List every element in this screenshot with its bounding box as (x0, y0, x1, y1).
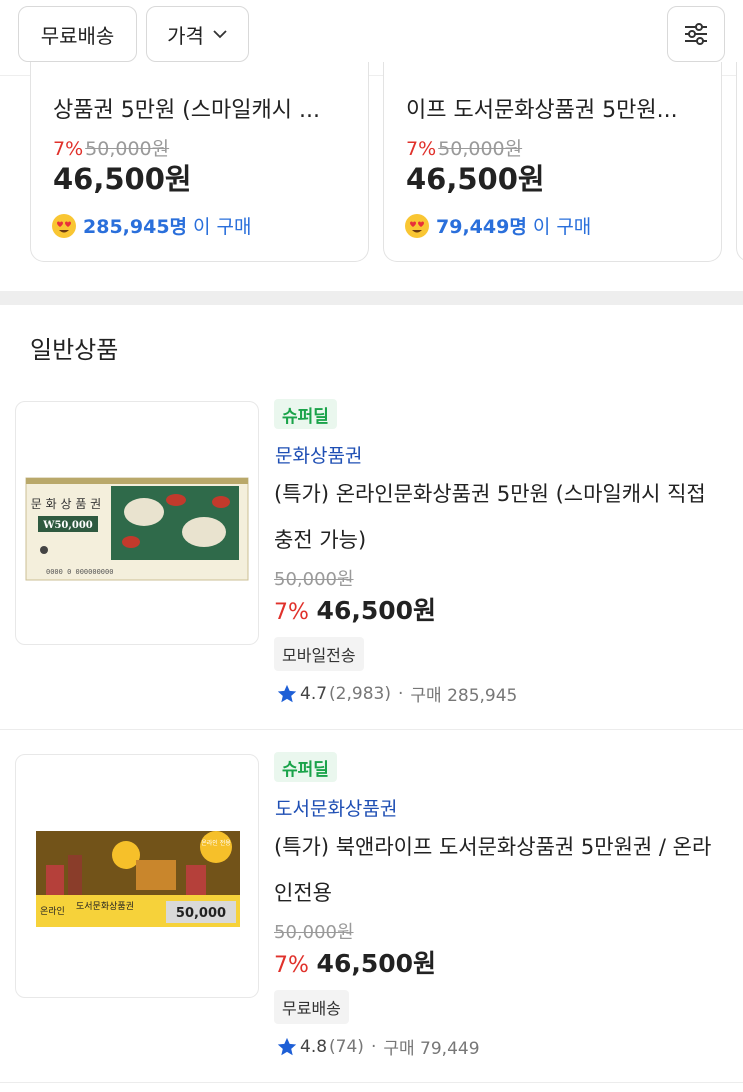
price-filter-button[interactable]: 가격 (146, 6, 249, 62)
product-title[interactable]: (특가) 온라인문화상품권 5만원 (스마일캐시 직접충전 가능) (274, 471, 719, 563)
top-card-title: 상품권 5만원 (스마일캐시 ... (53, 98, 320, 123)
book-voucher-image: 온라인 전용 온라인 도서문화상품권 50,000 (36, 831, 240, 927)
top-product-card[interactable]: 상품권 5만원 (스마일캐시 ... 7% 50,000원 46,500원 285… (30, 62, 369, 262)
section-title: 일반상품 (30, 336, 119, 364)
top-card-title: 이프 도서문화상품권 5만원... (406, 98, 678, 123)
purchase-count: 구매 79,449 (383, 1039, 480, 1059)
delivery-tag: 무료배송 (274, 990, 349, 1024)
review-count: (74) (329, 1036, 364, 1057)
buyers-count: 285,945명 (83, 216, 188, 238)
rating-value: 4.8 (300, 1036, 328, 1057)
buyers-count: 79,449명 (436, 216, 527, 238)
price-filter-label: 가격 (167, 23, 204, 48)
product-title[interactable]: (특가) 북앤라이프 도서문화상품권 5만원권 / 온라인전용 (274, 824, 719, 916)
heart-eyes-emoji-icon (405, 213, 429, 238)
original-price: 50,000원 (274, 922, 354, 943)
chevron-down-icon (213, 30, 227, 39)
sale-price: 46,500원 (316, 596, 437, 625)
voucher-corner-text: 온라인 전용 (201, 839, 231, 847)
culture-voucher-image: 문 화 상 품 권 W50,000 0000 0 000000000 (25, 477, 249, 581)
rating-value: 4.7 (300, 683, 328, 704)
product-thumbnail[interactable]: 온라인 전용 온라인 도서문화상품권 50,000 (15, 754, 259, 998)
delivery-tag: 모바일전송 (274, 637, 364, 671)
buyers-suffix: 이 구매 (532, 216, 592, 238)
superdeal-badge: 슈퍼딜 (274, 752, 337, 782)
voucher-online-text: 온라인 (40, 906, 65, 917)
buyers-count-row: 79,449명 이 구매 (404, 212, 591, 239)
original-price: 50,000원 (274, 569, 354, 590)
free-shipping-filter-label: 무료배송 (40, 23, 115, 48)
voucher-amount-text: 50,000 (176, 906, 226, 921)
product-thumbnail[interactable]: 문 화 상 품 권 W50,000 0000 0 000000000 (15, 401, 259, 645)
superdeal-badge: 슈퍼딜 (274, 399, 337, 429)
sale-price: 46,500원 (406, 162, 545, 196)
review-count: (2,983) (329, 683, 391, 704)
rating-row: 4.8 (74) · 구매 79,449 (276, 1034, 480, 1059)
price-row: 7% 46,500원 (274, 944, 436, 980)
product-list-item[interactable]: 문 화 상 품 권 W50,000 0000 0 000000000 슈퍼딜 문… (0, 395, 743, 730)
brand-link[interactable]: 도서문화상품권 (275, 794, 397, 821)
star-icon (277, 684, 297, 702)
sale-price: 46,500원 (53, 162, 192, 196)
top-product-card-partial[interactable] (736, 62, 743, 262)
free-shipping-filter-button[interactable]: 무료배송 (18, 6, 137, 62)
sliders-icon (685, 23, 707, 45)
voucher-amount-text: W50,000 (42, 520, 93, 531)
product-list-item[interactable]: 온라인 전용 온라인 도서문화상품권 50,000 슈퍼딜 도서문화상품권 (특… (0, 748, 743, 1083)
brand-link[interactable]: 문화상품권 (275, 441, 362, 468)
separator-dot: · (397, 683, 404, 704)
discount-rate: 7% (274, 953, 309, 978)
sale-price: 46,500원 (316, 949, 437, 978)
rating-row: 4.7 (2,983) · 구매 285,945 (276, 681, 517, 706)
buyers-count-row: 285,945명 이 구매 (51, 212, 252, 239)
top-product-card[interactable]: 이프 도서문화상품권 5만원... 7% 50,000원 46,500원 79,4… (383, 62, 722, 262)
filter-settings-button[interactable] (667, 6, 725, 62)
purchase-count: 구매 285,945 (410, 686, 518, 706)
buyers-suffix: 이 구매 (193, 216, 252, 238)
star-icon (277, 1037, 297, 1055)
separator-dot: · (370, 1036, 377, 1057)
section-divider (0, 291, 743, 305)
discount-rate: 7% (274, 600, 309, 625)
voucher-title-text: 문 화 상 품 권 (31, 497, 101, 511)
price-row: 7% 46,500원 (274, 591, 436, 627)
voucher-serial-text: 0000 0 000000000 (46, 568, 113, 576)
heart-eyes-emoji-icon (52, 213, 76, 238)
voucher-title-text: 도서문화상품권 (76, 900, 134, 912)
